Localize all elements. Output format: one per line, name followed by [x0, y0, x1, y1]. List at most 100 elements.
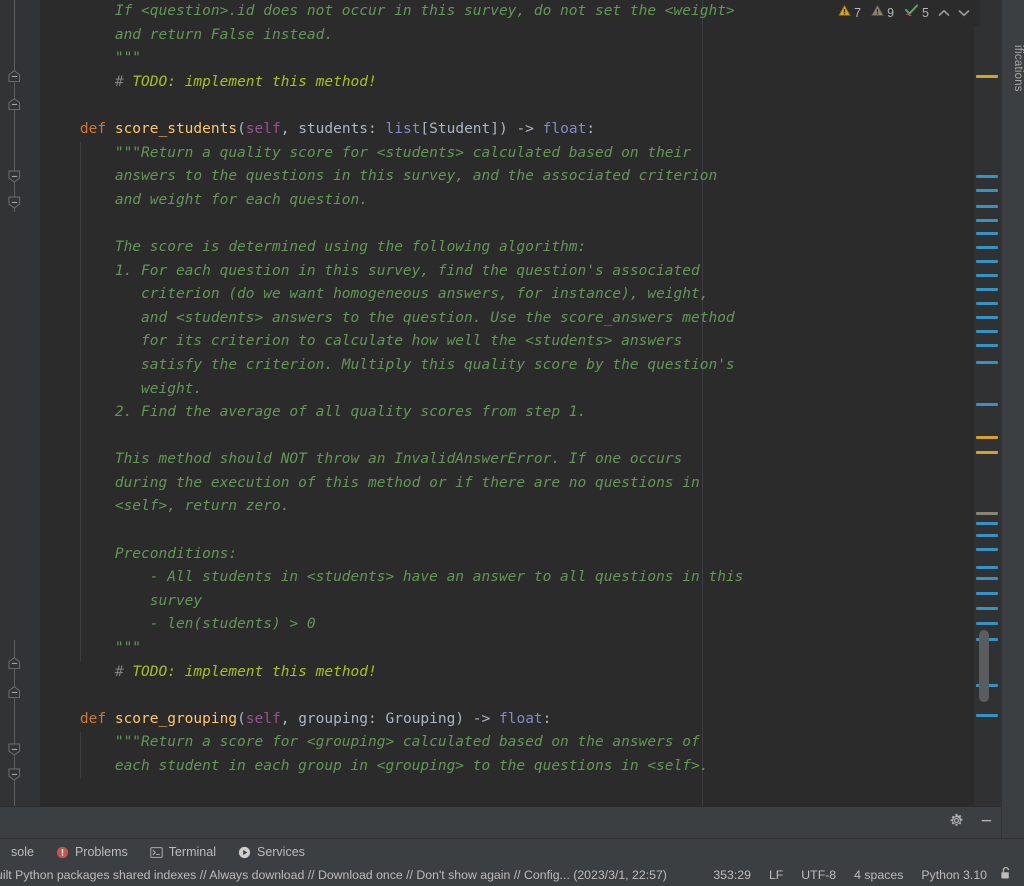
inspection-widget[interactable]: 7 9 5	[823, 0, 980, 26]
error-stripe-mark[interactable]	[976, 714, 998, 717]
error-stripe-mark[interactable]	[976, 302, 998, 305]
error-stripe-mark[interactable]	[976, 566, 998, 569]
code-line[interactable]: The score is determined using the follow…	[45, 236, 974, 260]
error-stripe-mark[interactable]	[976, 75, 998, 78]
tool-window-tab-problems[interactable]: Problems	[45, 839, 139, 865]
error-stripe-mark[interactable]	[976, 436, 998, 439]
code-line[interactable]: answers to the questions in this survey,…	[45, 165, 974, 189]
code-fold-marker[interactable]	[8, 98, 21, 111]
inspection-warnings-yellow[interactable]: 7	[833, 2, 866, 24]
error-stripe-mark[interactable]	[976, 288, 998, 291]
code-line[interactable]: for its criterion to calculate how well …	[45, 330, 974, 354]
previous-problem-button[interactable]	[934, 2, 954, 24]
editor-scrollbar-error-stripe[interactable]	[974, 0, 1002, 806]
code-line[interactable]: - All students in <students> have an ans…	[45, 566, 974, 590]
code-lines[interactable]: If <question>.id does not occur in this …	[45, 0, 974, 779]
error-stripe-mark[interactable]	[976, 232, 998, 235]
error-stripe-mark[interactable]	[976, 175, 998, 178]
code-line[interactable]: and weight for each question.	[45, 189, 974, 213]
code-line[interactable]	[45, 519, 974, 543]
code-text-area[interactable]: If <question>.id does not occur in this …	[40, 0, 974, 806]
code-line[interactable]: def score_students(self, students: list[…	[45, 118, 974, 142]
code-line[interactable]: weight.	[45, 378, 974, 402]
code-line[interactable]	[45, 425, 974, 449]
error-stripe-mark[interactable]	[976, 607, 998, 610]
error-stripe-mark[interactable]	[976, 534, 998, 537]
error-stripe-mark[interactable]	[976, 522, 998, 525]
code-token: :	[542, 710, 552, 727]
error-stripe-mark[interactable]	[976, 451, 998, 454]
code-line[interactable]: and <students> answers to the question. …	[45, 307, 974, 331]
code-fold-marker[interactable]	[8, 70, 21, 83]
error-stripe-mark[interactable]	[976, 189, 998, 192]
code-line[interactable]: criterion (do we want homogeneous answer…	[45, 283, 974, 307]
code-line[interactable]: This method should NOT throw an InvalidA…	[45, 448, 974, 472]
tool-window-tab-terminal[interactable]: Terminal	[139, 839, 227, 865]
code-line[interactable]: survey	[45, 590, 974, 614]
error-stripe-mark[interactable]	[976, 205, 998, 208]
code-line[interactable]: <self>, return zero.	[45, 495, 974, 519]
right-tool-window-strip[interactable]: ifications	[1001, 0, 1024, 806]
code-line[interactable]	[45, 684, 974, 708]
tool-window-tab-services[interactable]: Services	[227, 839, 316, 865]
next-problem-button[interactable]	[954, 2, 974, 24]
code-line[interactable]: - len(students) > 0	[45, 613, 974, 637]
error-stripe-mark[interactable]	[976, 548, 998, 551]
encoding-widget[interactable]: UTF-8	[792, 868, 845, 882]
error-stripe-mark[interactable]	[976, 622, 998, 625]
tool-window-settings-button[interactable]	[942, 810, 970, 836]
code-fold-marker[interactable]	[8, 768, 21, 781]
code-fold-marker[interactable]	[8, 170, 21, 183]
error-stripe-mark[interactable]	[976, 316, 998, 319]
error-stripe-mark[interactable]	[976, 512, 998, 515]
code-line[interactable]: and return False instead.	[45, 24, 974, 48]
error-stripe-mark[interactable]	[976, 403, 998, 406]
code-fold-marker[interactable]	[8, 657, 21, 670]
error-stripe-mark[interactable]	[976, 330, 998, 333]
interpreter-widget[interactable]: Python 3.10	[912, 868, 996, 882]
code-line[interactable]: during the execution of this method or i…	[45, 472, 974, 496]
tool-window-tab-python-console[interactable]: sole	[0, 839, 45, 865]
editor-gutter[interactable]	[0, 0, 40, 806]
check-with-squiggle-icon	[904, 4, 919, 22]
code-line[interactable]	[45, 212, 974, 236]
error-stripe-mark[interactable]	[976, 274, 998, 277]
code-fold-marker[interactable]	[8, 196, 21, 209]
error-stripe-mark[interactable]	[976, 592, 998, 595]
code-line[interactable]: each student in each group in <grouping>…	[45, 755, 974, 779]
code-line[interactable]: # TODO: implement this method!	[45, 71, 974, 95]
tool-window-hide-button[interactable]	[972, 810, 1000, 836]
code-line[interactable]: """	[45, 47, 974, 71]
caret-position-widget[interactable]: 353:29	[704, 868, 760, 882]
code-line[interactable]: """Return a quality score for <students>…	[45, 142, 974, 166]
code-line[interactable]: def score_grouping(self, grouping: Group…	[45, 708, 974, 732]
error-stripe-mark[interactable]	[976, 344, 998, 347]
inspection-typos[interactable]: 5	[899, 2, 934, 24]
code-line[interactable]: 2. Find the average of all quality score…	[45, 401, 974, 425]
tool-window-tab-bar[interactable]: sole Problems Terminal Services	[0, 838, 1024, 865]
inspection-warnings-weak[interactable]: 9	[866, 2, 899, 24]
code-line[interactable]	[45, 94, 974, 118]
code-editor[interactable]: If <question>.id does not occur in this …	[0, 0, 1002, 806]
code-line[interactable]: 1. For each question in this survey, fin…	[45, 260, 974, 284]
code-line[interactable]: satisfy the criterion. Multiply this qua…	[45, 354, 974, 378]
code-line[interactable]: Preconditions:	[45, 543, 974, 567]
error-stripe-mark[interactable]	[976, 260, 998, 263]
readonly-toggle-button[interactable]	[996, 866, 1020, 885]
editor-scrollbar-thumb[interactable]	[979, 630, 989, 702]
error-stripe-mark[interactable]	[976, 361, 998, 364]
code-token: weight.	[45, 380, 203, 397]
code-token: ]) ->	[490, 120, 543, 137]
error-stripe-mark[interactable]	[976, 219, 998, 222]
indent-widget[interactable]: 4 spaces	[845, 868, 912, 882]
code-line[interactable]: """Return a score for <grouping> calcula…	[45, 731, 974, 755]
code-fold-marker[interactable]	[8, 686, 21, 699]
code-line[interactable]: """	[45, 637, 974, 661]
notifications-tool-button[interactable]: ifications	[1002, 2, 1024, 92]
code-fold-marker[interactable]	[8, 743, 21, 756]
line-separator-widget[interactable]: LF	[760, 868, 792, 882]
status-bar-message[interactable]: uilt Python packages shared indexes // A…	[0, 868, 704, 882]
error-stripe-mark[interactable]	[976, 577, 998, 580]
code-line[interactable]: # TODO: implement this method!	[45, 661, 974, 685]
error-stripe-mark[interactable]	[976, 246, 998, 249]
